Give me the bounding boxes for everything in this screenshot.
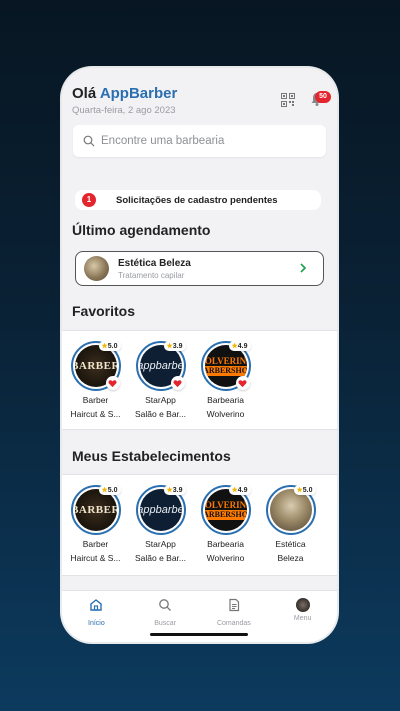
tab-label: Buscar: [154, 620, 177, 627]
item-name-line1: Barber: [82, 539, 109, 549]
brand-name: AppBarber: [99, 85, 178, 102]
header: Olá AppBarber Quarta-feira, 2 ago 2023 5…: [72, 85, 331, 125]
rating-badge: ★3.9: [164, 341, 186, 351]
item-name-line2: Salão e Bar...: [134, 553, 187, 563]
heart-icon: [108, 379, 117, 387]
search-icon: [83, 135, 95, 147]
last-booking-name: Estética Beleza: [118, 257, 191, 269]
last-booking-service: Tratamento capilar: [118, 270, 185, 280]
search-input[interactable]: [101, 135, 301, 147]
establishment-avatar: BARBER ★5.0: [70, 341, 121, 391]
chevron-right-icon: [300, 263, 307, 273]
favorite-item-starapp[interactable]: appbarbe ★3.9 StarApp Salão e Bar...: [128, 341, 193, 419]
favorite-heart-button[interactable]: [170, 376, 185, 390]
search-bar[interactable]: [73, 125, 326, 157]
item-name-line1: Estética: [275, 539, 306, 549]
greeting-prefix: Olá: [72, 85, 97, 102]
last-booking-title: Último agendamento: [72, 222, 211, 238]
rating-badge: ★5.0: [99, 341, 121, 351]
establishment-item-wolverino[interactable]: OLVERIN ARBERSHO ★4.9 Barbearia Wolverino: [193, 485, 258, 563]
item-name-line1: StarApp: [145, 539, 176, 549]
pending-requests-banner[interactable]: 1 Solicitações de cadastro pendentes: [75, 190, 321, 210]
qr-code-icon[interactable]: [281, 93, 295, 107]
home-indicator: [150, 633, 248, 636]
favorites-list: BARBER ★5.0 Barber Haircut & S... appbar…: [62, 330, 337, 430]
pending-count-badge: 1: [82, 193, 96, 207]
establishments-list: BARBER ★5.0 Barber Haircut & S... appbar…: [62, 474, 337, 576]
establishment-avatar: BARBER ★5.0: [70, 485, 121, 535]
rating-badge: ★5.0: [99, 485, 121, 495]
wolverino-logo: OLVERIN ARBERSHO: [204, 489, 247, 531]
tab-label: Início: [88, 620, 105, 627]
search-icon: [159, 599, 172, 611]
tab-label: Menu: [293, 615, 312, 622]
item-name-line2: Haircut & S...: [70, 553, 121, 563]
establishment-item-estetica[interactable]: ★5.0 Estética Beleza: [258, 485, 323, 563]
user-avatar: [295, 598, 310, 612]
favorites-title: Favoritos: [72, 303, 136, 319]
pending-requests-text: Solicitações de cadastro pendentes: [116, 194, 278, 206]
establishment-avatar: ★5.0: [265, 485, 316, 535]
document-icon: [229, 598, 239, 612]
establishment-avatar: appbarbe ★3.9: [135, 485, 186, 535]
barber-logo: BARBER: [74, 489, 117, 531]
tab-label: Comandas: [216, 620, 251, 627]
item-name-line1: Barbearia: [207, 395, 244, 405]
heart-icon: [173, 379, 182, 387]
rating-badge: ★4.9: [229, 485, 251, 495]
notifications-button[interactable]: 50: [309, 91, 331, 107]
favorite-heart-button[interactable]: [235, 376, 250, 390]
favorite-item-barber[interactable]: BARBER ★5.0 Barber Haircut & S...: [63, 341, 128, 419]
item-name-line2: Wolverino: [206, 553, 245, 563]
starapp-logo: appbarbe: [139, 489, 182, 531]
tab-home[interactable]: Início: [62, 591, 131, 642]
item-name-line1: Barber: [82, 395, 109, 405]
heart-icon: [238, 379, 247, 387]
item-name-line2: Salão e Bar...: [134, 409, 187, 419]
phone-screen: Olá AppBarber Quarta-feira, 2 ago 2023 5…: [62, 68, 337, 642]
establishment-item-starapp[interactable]: appbarbe ★3.9 StarApp Salão e Bar...: [128, 485, 193, 563]
tab-menu[interactable]: Menu: [268, 591, 337, 642]
rating-badge: ★4.9: [229, 341, 251, 351]
item-name-line2: Wolverino: [206, 409, 245, 419]
item-name-line1: Barbearia: [207, 539, 244, 549]
favorite-heart-button[interactable]: [105, 376, 120, 390]
establishment-avatar: OLVERIN ARBERSHO ★4.9: [200, 341, 251, 391]
item-name-line1: StarApp: [145, 395, 176, 405]
last-booking-card[interactable]: Estética Beleza Tratamento capilar: [75, 251, 324, 286]
establishment-item-barber[interactable]: BARBER ★5.0 Barber Haircut & S...: [63, 485, 128, 563]
establishment-thumbnail: [84, 256, 109, 281]
rating-badge: ★3.9: [164, 485, 186, 495]
notification-count-badge: 50: [315, 91, 331, 103]
establishment-avatar: OLVERIN ARBERSHO ★4.9: [200, 485, 251, 535]
item-name-line2: Haircut & S...: [70, 409, 121, 419]
home-icon: [90, 599, 103, 611]
establishments-title: Meus Estabelecimentos: [72, 448, 231, 464]
item-name-line2: Beleza: [277, 553, 304, 563]
favorite-item-wolverino[interactable]: OLVERIN ARBERSHO ★4.9 Barbearia Wolverino: [193, 341, 258, 419]
establishment-avatar: appbarbe ★3.9: [135, 341, 186, 391]
rating-badge: ★5.0: [294, 485, 316, 495]
estetica-photo: [269, 489, 312, 531]
